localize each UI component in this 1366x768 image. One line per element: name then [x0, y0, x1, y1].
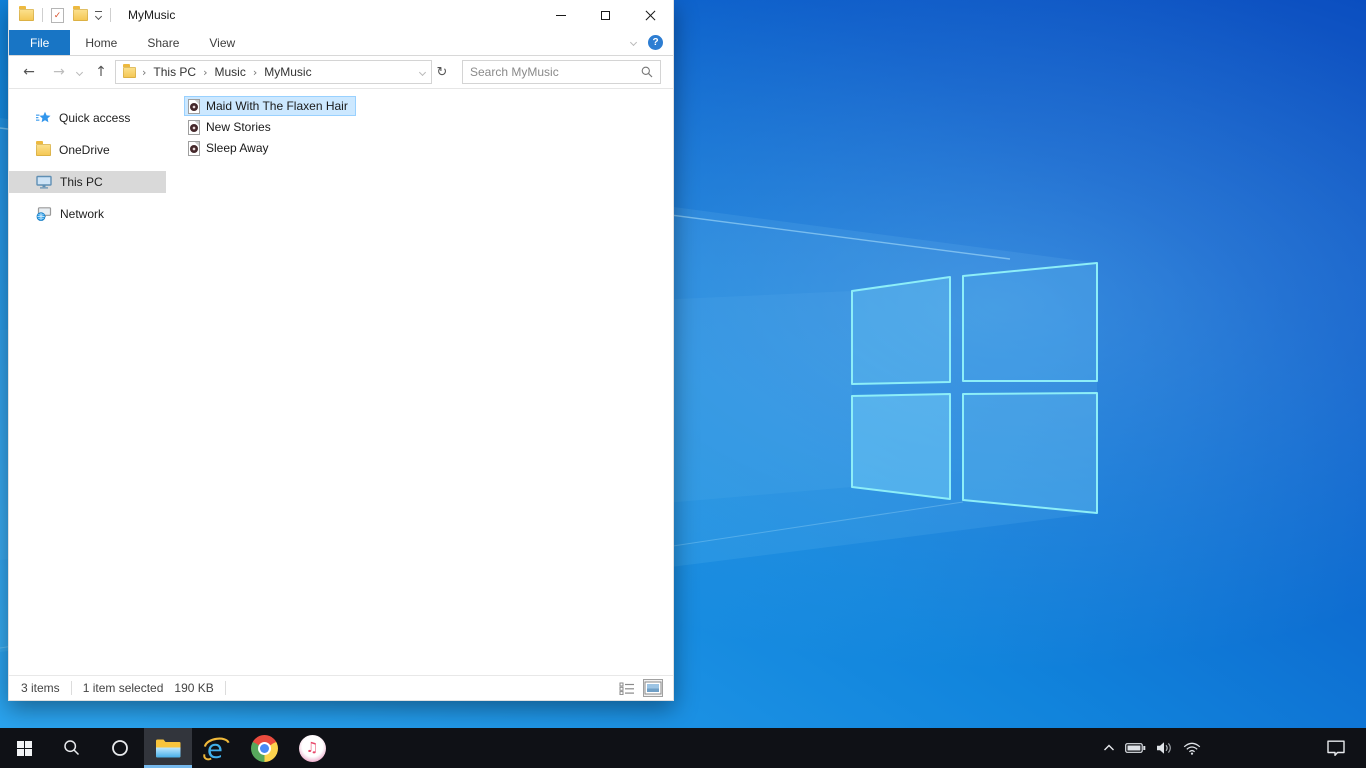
sidebar-item-label: OneDrive: [59, 143, 110, 157]
sidebar-item-onedrive[interactable]: OneDrive: [9, 139, 166, 161]
taskbar-internet-explorer-button[interactable]: e: [192, 728, 240, 768]
system-tray: [1098, 728, 1206, 768]
wifi-icon: [1183, 742, 1201, 755]
search-icon: [64, 740, 80, 756]
customize-quick-access-caret-icon[interactable]: [94, 11, 103, 21]
audio-file-icon: [188, 119, 200, 135]
tab-home[interactable]: Home: [70, 30, 132, 55]
divider: [224, 681, 226, 695]
divider: [70, 681, 72, 695]
cortana-circle-icon: [112, 740, 128, 756]
chrome-icon: [250, 734, 278, 762]
taskbar-itunes-button[interactable]: ♫: [288, 728, 336, 768]
breadcrumb-this-pc[interactable]: This PC: [146, 65, 203, 79]
properties-icon[interactable]: ✓: [51, 7, 64, 23]
close-icon: [645, 10, 656, 21]
sidebar-item-network[interactable]: Network: [9, 203, 166, 225]
battery-status-button[interactable]: [1120, 728, 1151, 768]
address-folder-icon: [123, 63, 136, 78]
file-list: Maid With The Flaxen Hair New Stories Sl…: [166, 90, 673, 675]
title-bar: ✓ MyMusic: [9, 0, 673, 30]
minimize-icon: [555, 14, 566, 16]
sidebar-item-label: Network: [60, 207, 105, 221]
file-name: Sleep Away: [206, 141, 269, 155]
quick-access-star-icon: [36, 111, 51, 123]
audio-file-icon: [188, 98, 200, 114]
onedrive-folder-icon: [36, 141, 51, 156]
taskbar-search-button[interactable]: [48, 728, 96, 768]
close-button[interactable]: [628, 0, 673, 30]
items-count: 3 items: [21, 681, 60, 695]
ribbon-tab-strip: File Home Share View ?: [9, 30, 673, 56]
file-explorer-window: ✓ MyMusic File Home Share View ? ← → ↑ ›: [8, 0, 674, 701]
taskbar-chrome-button[interactable]: [240, 728, 288, 768]
search-box: [462, 60, 661, 84]
sidebar-item-label: Quick access: [59, 111, 131, 125]
window-title: MyMusic: [128, 8, 176, 22]
status-bar: 3 items 1 item selected 190 KB: [9, 675, 673, 700]
internet-explorer-icon: e: [202, 735, 230, 763]
up-button[interactable]: ↑: [89, 64, 113, 80]
selection-size: 190 KB: [174, 681, 214, 695]
details-view-icon: [619, 682, 634, 695]
explorer-window-icon: [19, 6, 34, 21]
network-icon: [36, 207, 52, 221]
start-button[interactable]: [0, 728, 48, 768]
maximize-icon: [601, 10, 610, 20]
file-name: New Stories: [206, 120, 271, 134]
large-icons-view-icon: [644, 681, 662, 695]
sidebar-item-this-pc[interactable]: This PC: [9, 171, 166, 193]
file-item[interactable]: Sleep Away: [184, 138, 277, 158]
speaker-icon: [1157, 742, 1171, 754]
taskbar: e ♫: [0, 728, 1366, 768]
sidebar-item-label: This PC: [60, 175, 103, 189]
cortana-button[interactable]: [96, 728, 144, 768]
tab-share[interactable]: Share: [132, 30, 194, 55]
selection-count: 1 item selected: [82, 681, 164, 695]
window-controls: [538, 0, 673, 30]
minimize-button[interactable]: [538, 0, 583, 30]
separator: [110, 8, 111, 22]
new-folder-icon[interactable]: [73, 6, 88, 21]
audio-file-icon: [188, 140, 200, 156]
sidebar-item-quick-access[interactable]: Quick access: [9, 107, 166, 129]
details-view-button[interactable]: [617, 679, 637, 697]
help-icon[interactable]: ?: [648, 35, 663, 50]
action-center-icon: [1327, 740, 1345, 756]
navigation-pane: Quick access OneDrive This PC Network: [9, 90, 166, 675]
tab-view[interactable]: View: [194, 30, 250, 55]
file-explorer-icon: [156, 739, 181, 757]
collapse-ribbon-icon[interactable]: [629, 38, 638, 47]
volume-button[interactable]: [1151, 728, 1178, 768]
file-item[interactable]: New Stories: [184, 117, 279, 137]
file-item[interactable]: Maid With The Flaxen Hair: [184, 96, 356, 116]
chevron-up-icon: [1104, 744, 1114, 751]
itunes-icon: ♫: [298, 734, 326, 762]
taskbar-spacer: [1206, 728, 1318, 768]
this-pc-monitor-icon: [36, 175, 52, 189]
tab-file[interactable]: File: [9, 30, 71, 55]
taskbar-file-explorer-button[interactable]: [144, 728, 192, 768]
show-hidden-icons-button[interactable]: [1098, 728, 1120, 768]
maximize-button[interactable]: [583, 0, 628, 30]
wifi-button[interactable]: [1178, 728, 1206, 768]
recent-locations-caret-icon[interactable]: [71, 68, 87, 76]
search-icon[interactable]: [641, 66, 653, 78]
windows-logo-icon: [16, 740, 32, 756]
navigation-bar: ← → ↑ › This PC › Music › MyMusic ↻: [9, 56, 673, 89]
back-button[interactable]: ←: [17, 64, 41, 80]
breadcrumb-music[interactable]: Music: [208, 65, 253, 79]
breadcrumb-mymusic[interactable]: MyMusic: [257, 65, 318, 79]
large-icons-view-button[interactable]: [643, 679, 663, 697]
action-center-button[interactable]: [1318, 728, 1354, 768]
battery-icon: [1125, 743, 1146, 753]
refresh-icon[interactable]: ↻: [432, 65, 452, 80]
file-name: Maid With The Flaxen Hair: [206, 99, 348, 113]
search-input[interactable]: [470, 65, 641, 79]
forward-button[interactable]: →: [47, 64, 71, 80]
address-dropdown-caret-icon[interactable]: [418, 68, 427, 76]
address-bar[interactable]: › This PC › Music › MyMusic: [115, 60, 432, 84]
separator: [42, 8, 43, 22]
